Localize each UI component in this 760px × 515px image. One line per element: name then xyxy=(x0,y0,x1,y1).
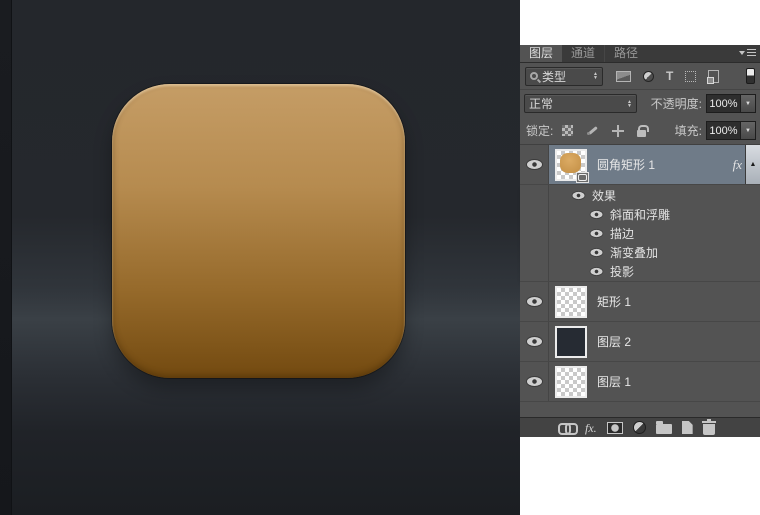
fill-dropdown-button[interactable] xyxy=(741,121,756,140)
effect-label: 斜面和浮雕 xyxy=(610,208,671,222)
layer-row-layer-1[interactable]: 图层 1 xyxy=(520,362,760,402)
panel-menu-icon[interactable] xyxy=(739,49,756,56)
opacity-dropdown-button[interactable] xyxy=(741,94,756,113)
fill-value-field[interactable]: 100% xyxy=(706,121,741,140)
pasteboard-edge xyxy=(0,0,12,515)
visibility-cell[interactable] xyxy=(520,322,549,361)
layer-style-fx-icon[interactable]: fx. xyxy=(585,422,597,434)
shape-thumbnail-blob xyxy=(560,152,581,173)
eye-icon[interactable] xyxy=(590,267,603,276)
new-group-icon[interactable] xyxy=(655,421,672,434)
collapse-effects-button[interactable] xyxy=(745,145,760,184)
layer-row-layer-2[interactable]: 图层 2 xyxy=(520,322,760,362)
eye-icon[interactable] xyxy=(526,337,542,346)
layer-name[interactable]: 矩形 1 xyxy=(597,293,631,310)
filter-type-label: 类型 xyxy=(542,69,567,84)
effect-label: 描边 xyxy=(610,227,635,241)
visibility-cell[interactable] xyxy=(520,145,549,184)
updown-arrows-icon xyxy=(627,100,632,108)
layer-filter-row: 类型 T xyxy=(520,63,760,90)
effect-row-stroke[interactable]: 描边 xyxy=(520,224,760,243)
lock-icons xyxy=(562,124,650,137)
eye-icon[interactable] xyxy=(526,377,542,386)
effect-label: 投影 xyxy=(610,265,635,279)
filter-kind-icons: T xyxy=(616,68,755,84)
layer-name[interactable]: 图层 2 xyxy=(597,333,631,350)
layer-thumbnail[interactable] xyxy=(555,365,587,398)
blend-mode-select[interactable]: 正常 xyxy=(524,94,637,113)
visibility-cell[interactable] xyxy=(520,362,549,401)
add-layer-mask-icon[interactable] xyxy=(606,421,623,434)
chevron-down-icon xyxy=(739,50,745,55)
delete-layer-icon[interactable] xyxy=(701,419,716,435)
layer-thumbnail[interactable] xyxy=(555,148,589,183)
tab-channels[interactable]: 通道 xyxy=(562,45,604,62)
updown-arrows-icon xyxy=(593,72,598,80)
filter-pixel-layers-icon[interactable] xyxy=(616,70,631,82)
effect-label: 渐变叠加 xyxy=(610,246,659,260)
hamburger-icon xyxy=(747,49,756,56)
layer-list-empty-area xyxy=(520,402,760,416)
filter-shape-layers-icon[interactable] xyxy=(685,70,697,82)
blend-mode-value: 正常 xyxy=(529,97,554,111)
fx-badge[interactable]: fx xyxy=(733,157,745,173)
effects-header-row[interactable]: 效果 xyxy=(520,185,760,205)
visibility-cell xyxy=(520,205,549,224)
panel-tab-bar: 图层 通道 路径 xyxy=(520,45,760,63)
lock-pixels-brush-icon[interactable] xyxy=(586,124,599,137)
effect-row-drop-shadow[interactable]: 投影 xyxy=(520,262,760,281)
visibility-cell xyxy=(520,243,549,262)
eye-icon[interactable] xyxy=(572,191,585,199)
layer-name[interactable]: 图层 1 xyxy=(597,373,631,390)
layer-name[interactable]: 圆角矩形 1 xyxy=(597,156,655,173)
new-layer-icon[interactable] xyxy=(681,421,693,434)
filter-type-layers-icon[interactable]: T xyxy=(666,70,673,82)
blend-mode-row: 正常 不透明度: 100% xyxy=(520,90,760,117)
visibility-cell xyxy=(520,262,549,281)
opacity-value-field[interactable]: 100% xyxy=(706,94,741,113)
search-icon xyxy=(530,72,538,80)
visibility-cell xyxy=(520,224,549,243)
lock-transparency-icon[interactable] xyxy=(562,125,574,136)
fill-label: 填充: xyxy=(674,124,702,138)
opacity-label: 不透明度: xyxy=(650,97,702,111)
layer-row-rect-1[interactable]: 矩形 1 xyxy=(520,282,760,322)
lock-position-icon[interactable] xyxy=(612,124,625,137)
document-canvas[interactable] xyxy=(0,0,520,515)
layer-list: 圆角矩形 1 fx 效果 斜面和浮雕 xyxy=(520,145,760,416)
layer-thumbnail[interactable] xyxy=(555,285,587,318)
filter-type-select[interactable]: 类型 xyxy=(525,66,603,86)
eye-icon[interactable] xyxy=(590,229,603,238)
vector-mask-badge-icon xyxy=(576,171,589,183)
link-layers-icon[interactable] xyxy=(558,423,578,435)
filter-adjustment-layers-icon[interactable] xyxy=(643,70,654,82)
rounded-rectangle-shape[interactable] xyxy=(112,84,405,378)
visibility-cell[interactable] xyxy=(520,282,549,321)
filter-toggle-switch[interactable] xyxy=(746,68,755,84)
new-adjustment-layer-icon[interactable] xyxy=(632,421,646,434)
eye-icon[interactable] xyxy=(526,160,542,169)
eye-icon[interactable] xyxy=(590,248,603,257)
layers-panel-toolbar: fx. xyxy=(520,417,760,437)
photoshop-workspace: 图层 通道 路径 类型 T xyxy=(0,0,760,515)
effect-row-bevel-emboss[interactable]: 斜面和浮雕 xyxy=(520,205,760,224)
tab-paths[interactable]: 路径 xyxy=(604,45,647,62)
filter-smart-objects-icon[interactable] xyxy=(707,69,720,84)
lock-all-icon[interactable] xyxy=(637,124,650,137)
layer-row-rounded-rect-1[interactable]: 圆角矩形 1 fx xyxy=(520,145,760,185)
visibility-cell xyxy=(520,185,549,205)
eye-icon[interactable] xyxy=(590,210,603,219)
lock-row: 锁定: 填充: 100% xyxy=(520,117,760,145)
effect-row-gradient-overlay[interactable]: 渐变叠加 xyxy=(520,243,760,262)
lock-label: 锁定: xyxy=(526,124,554,138)
eye-icon[interactable] xyxy=(526,297,542,306)
effects-header-label: 效果 xyxy=(592,188,617,203)
effects-block: 效果 斜面和浮雕 描边 渐变叠加 投影 xyxy=(520,185,760,282)
tab-layers[interactable]: 图层 xyxy=(520,45,563,62)
layers-panel: 图层 通道 路径 类型 T xyxy=(520,45,760,437)
layer-thumbnail[interactable] xyxy=(555,325,587,358)
